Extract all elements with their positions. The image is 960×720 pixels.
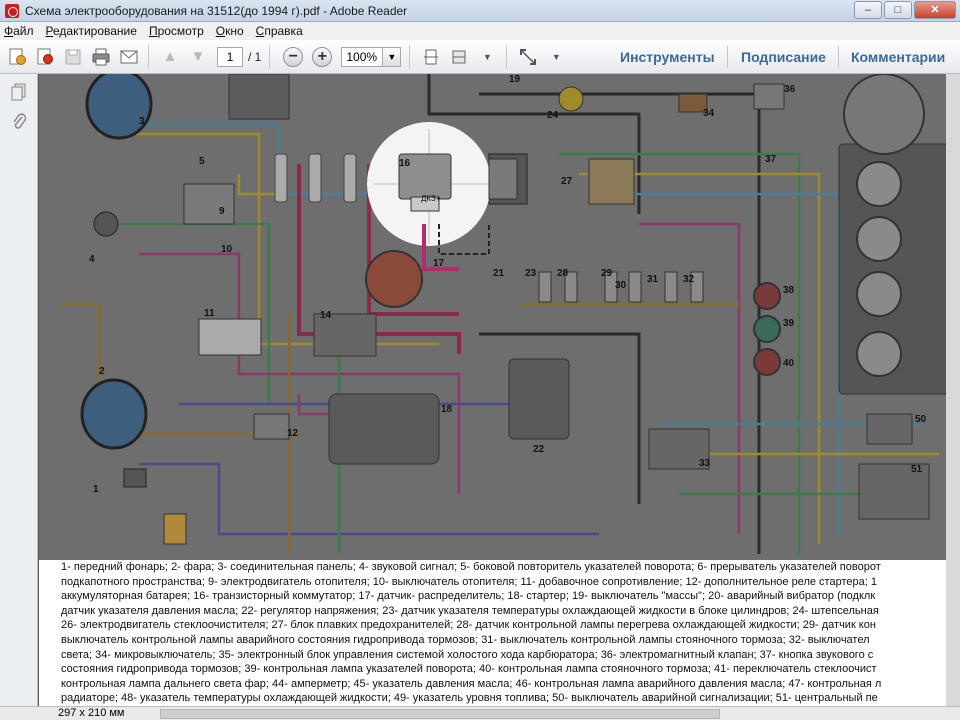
minimize-button[interactable]: –	[854, 1, 882, 19]
menu-window[interactable]: Окно	[216, 24, 244, 38]
regulator-label: ДКЗ+	[421, 194, 441, 203]
document-viewer[interactable]: ДКЗ+ 1 2 3 4 5 9 10 11 12 14 16 17 18 19…	[39, 74, 960, 706]
label-11: 11	[204, 308, 215, 319]
toolbar-separator	[269, 44, 271, 69]
label-39: 39	[783, 318, 795, 329]
label-28: 28	[557, 268, 569, 279]
create-pdf-icon[interactable]	[6, 46, 28, 68]
label-16: 16	[399, 158, 411, 169]
label-21: 21	[493, 268, 505, 279]
label-23: 23	[525, 268, 537, 279]
label-37: 37	[765, 154, 777, 165]
legend-line: датчик указателя давления масла; 22- рег…	[61, 604, 879, 617]
toolbar-separator	[506, 44, 508, 69]
legend-line: подкапотного пространства; 9- электродви…	[61, 575, 877, 588]
label-3: 3	[139, 116, 145, 127]
next-page-icon[interactable]: ▼	[187, 46, 209, 68]
fit-page-icon[interactable]	[420, 46, 442, 68]
page-number-input[interactable]	[217, 46, 243, 67]
page-total: / 1	[248, 49, 262, 64]
print-icon[interactable]	[90, 46, 112, 68]
wiring-diagram-svg: ДКЗ+ 1 2 3 4 5 9 10 11 12 14 16 17 18 19…	[59, 74, 955, 554]
toolbar-more-icon[interactable]: ▼	[545, 46, 567, 68]
window-controls: – □ ✕	[854, 1, 956, 19]
title-bar: Схема электрооборудования на 31512(до 19…	[0, 0, 960, 22]
navigation-pane	[0, 74, 38, 720]
comment-pane-button[interactable]: Комментарии	[851, 40, 945, 74]
scroll-mode-icon[interactable]	[448, 46, 470, 68]
toolbar-more-icon[interactable]: ▼	[476, 46, 498, 68]
label-2: 2	[99, 366, 105, 377]
label-33: 33	[699, 458, 711, 469]
restore-button[interactable]: □	[884, 1, 912, 19]
label-29: 29	[601, 268, 613, 279]
wiring-diagram: ДКЗ+ 1 2 3 4 5 9 10 11 12 14 16 17 18 19…	[39, 74, 960, 560]
menu-bar: Файл Редактирование Просмотр Окно Справк…	[0, 22, 960, 40]
label-30: 30	[615, 280, 627, 291]
save-icon[interactable]	[62, 46, 84, 68]
legend-line: выключатель контрольной лампы аварийного…	[61, 633, 870, 646]
toolbar-separator	[838, 46, 839, 68]
label-10: 10	[221, 244, 233, 255]
label-50: 50	[915, 414, 927, 425]
legend-line: состояния гидропривода тормозов; 39- кон…	[61, 663, 877, 676]
edit-pdf-icon[interactable]	[34, 46, 56, 68]
label-38: 38	[783, 285, 795, 296]
label-32: 32	[683, 274, 695, 285]
zoom-dropdown-icon[interactable]: ▼	[383, 46, 402, 67]
legend-line: света; 34- микровыключатель; 35- электро…	[61, 648, 874, 661]
close-button[interactable]: ✕	[914, 1, 956, 19]
legend-line: радиаторе; 48- указатель температуры охл…	[61, 692, 878, 705]
legend-line: 1- передний фонарь; 2- фара; 3- соединит…	[61, 561, 881, 573]
label-27: 27	[561, 176, 573, 187]
vertical-scrollbar[interactable]	[946, 74, 960, 706]
page-size: 297 x 210 мм	[58, 707, 125, 719]
legend-line: контрольная лампа дальнего света фар; 44…	[61, 677, 882, 690]
label-4: 4	[89, 254, 95, 265]
diagram-legend: 1- передний фонарь; 2- фара; 3- соединит…	[39, 560, 960, 706]
label-36: 36	[784, 84, 796, 95]
menu-view[interactable]: Просмотр	[149, 24, 204, 38]
label-18: 18	[441, 404, 453, 415]
previous-page-icon[interactable]: ▲	[159, 46, 181, 68]
status-bar: 297 x 210 мм	[0, 706, 960, 720]
legend-line: 26- электродвигатель стеклоочистителя; 2…	[61, 619, 876, 632]
label-5: 5	[199, 156, 205, 167]
zoom-in-button[interactable]: +	[312, 46, 333, 67]
label-12: 12	[287, 428, 299, 439]
label-24: 24	[547, 110, 559, 121]
adobe-reader-icon	[5, 3, 19, 18]
label-1: 1	[93, 484, 99, 495]
window-title: Схема электрооборудования на 31512(до 19…	[25, 3, 408, 18]
toolbar-separator	[727, 46, 728, 68]
label-19: 19	[509, 74, 521, 85]
zoom-out-button[interactable]: −	[283, 46, 304, 67]
email-icon[interactable]	[118, 46, 140, 68]
label-31: 31	[647, 274, 659, 285]
label-51: 51	[911, 464, 923, 475]
menu-file[interactable]: Файл	[4, 24, 34, 38]
page-thumbnails-icon[interactable]	[8, 82, 30, 104]
zoom-input[interactable]	[341, 46, 384, 67]
label-9: 9	[219, 206, 225, 217]
fullscreen-icon[interactable]	[517, 46, 539, 68]
legend-line: аккумуляторная батарея; 16- транзисторны…	[61, 590, 876, 603]
tools-pane-button[interactable]: Инструменты	[620, 40, 715, 74]
label-40: 40	[783, 358, 795, 369]
toolbar-separator	[409, 44, 411, 69]
menu-edit[interactable]: Редактирование	[46, 24, 137, 38]
horizontal-scrollbar[interactable]	[160, 709, 720, 719]
toolbar-separator	[148, 44, 149, 69]
menu-help[interactable]: Справка	[256, 24, 303, 38]
label-17: 17	[433, 258, 445, 269]
label-22: 22	[533, 444, 545, 455]
sign-pane-button[interactable]: Подписание	[741, 40, 826, 74]
attachments-icon[interactable]	[8, 112, 30, 134]
label-14: 14	[320, 310, 332, 321]
label-34: 34	[703, 108, 715, 119]
